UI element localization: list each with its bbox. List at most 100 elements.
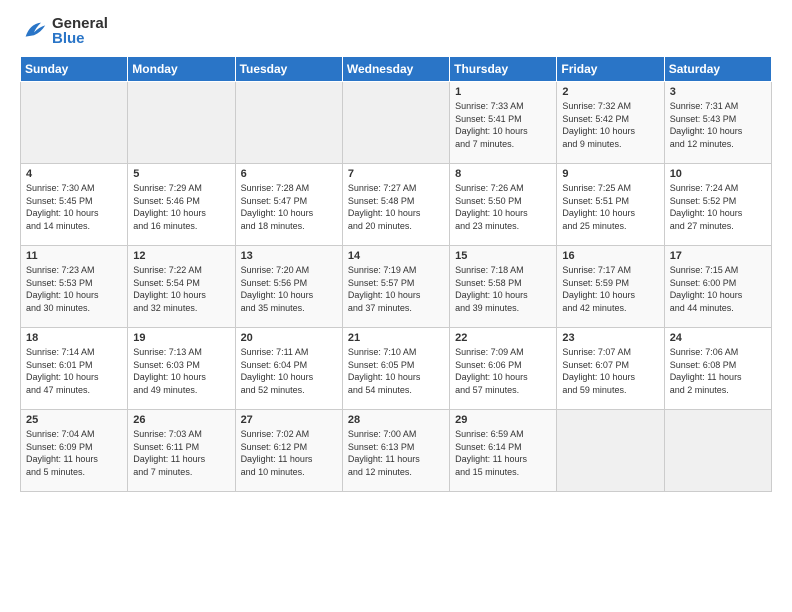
day-number: 29 xyxy=(455,414,551,426)
day-info: Sunrise: 7:26 AMSunset: 5:50 PMDaylight:… xyxy=(455,182,551,232)
calendar-cell xyxy=(21,82,128,164)
day-number: 23 xyxy=(562,332,658,344)
day-info: Sunrise: 7:15 AMSunset: 6:00 PMDaylight:… xyxy=(670,264,766,314)
day-number: 12 xyxy=(133,250,229,262)
day-header-tuesday: Tuesday xyxy=(235,57,342,82)
day-info: Sunrise: 7:03 AMSunset: 6:11 PMDaylight:… xyxy=(133,428,229,478)
calendar-cell: 17 Sunrise: 7:15 AMSunset: 6:00 PMDayligh… xyxy=(664,246,771,328)
day-number: 15 xyxy=(455,250,551,262)
calendar-table: SundayMondayTuesdayWednesdayThursdayFrid… xyxy=(20,56,772,492)
calendar-cell: 21Sunrise: 7:10 AMSunset: 6:05 PMDayligh… xyxy=(342,328,449,410)
day-number: 16 xyxy=(562,250,658,262)
day-header-monday: Monday xyxy=(128,57,235,82)
day-info: Sunrise: 7:11 AMSunset: 6:04 PMDaylight:… xyxy=(241,346,337,396)
day-number: 6 xyxy=(241,168,337,180)
calendar-cell xyxy=(128,82,235,164)
day-info: Sunrise: 7:29 AMSunset: 5:46 PMDaylight:… xyxy=(133,182,229,232)
day-number: 26 xyxy=(133,414,229,426)
day-number: 14 xyxy=(348,250,444,262)
logo: General Blue xyxy=(20,16,108,46)
calendar-cell xyxy=(235,82,342,164)
calendar-cell xyxy=(664,410,771,492)
calendar-cell: 6 Sunrise: 7:28 AMSunset: 5:47 PMDaylight… xyxy=(235,164,342,246)
day-info: Sunrise: 7:14 AMSunset: 6:01 PMDaylight:… xyxy=(26,346,122,396)
calendar-cell: 29 Sunrise: 6:59 AMSunset: 6:14 PMDayligh… xyxy=(450,410,557,492)
day-number: 17 xyxy=(670,250,766,262)
day-number: 9 xyxy=(562,168,658,180)
day-number: 11 xyxy=(26,250,122,262)
calendar-week-3: 18 Sunrise: 7:14 AMSunset: 6:01 PMDayligh… xyxy=(21,328,772,410)
day-number: 3 xyxy=(670,86,766,98)
calendar-cell: 26 Sunrise: 7:03 AMSunset: 6:11 PMDayligh… xyxy=(128,410,235,492)
day-info: Sunrise: 7:20 AMSunset: 5:56 PMDaylight:… xyxy=(241,264,337,314)
day-header-friday: Friday xyxy=(557,57,664,82)
day-number: 22 xyxy=(455,332,551,344)
calendar-cell: 8 Sunrise: 7:26 AMSunset: 5:50 PMDaylight… xyxy=(450,164,557,246)
calendar-cell: 20Sunrise: 7:11 AMSunset: 6:04 PMDayligh… xyxy=(235,328,342,410)
calendar-cell: 18 Sunrise: 7:14 AMSunset: 6:01 PMDayligh… xyxy=(21,328,128,410)
calendar-cell: 13 Sunrise: 7:20 AMSunset: 5:56 PMDayligh… xyxy=(235,246,342,328)
calendar-cell: 10 Sunrise: 7:24 AMSunset: 5:52 PMDayligh… xyxy=(664,164,771,246)
day-info: Sunrise: 7:06 AMSunset: 6:08 PMDaylight:… xyxy=(670,346,766,396)
calendar-cell: 22 Sunrise: 7:09 AMSunset: 6:06 PMDayligh… xyxy=(450,328,557,410)
day-number: 21 xyxy=(348,332,444,344)
day-info: Sunrise: 7:00 AMSunset: 6:13 PMDaylight:… xyxy=(348,428,444,478)
day-info: Sunrise: 7:22 AMSunset: 5:54 PMDaylight:… xyxy=(133,264,229,314)
calendar-cell: 28 Sunrise: 7:00 AMSunset: 6:13 PMDayligh… xyxy=(342,410,449,492)
calendar-week-1: 4 Sunrise: 7:30 AMSunset: 5:45 PMDaylight… xyxy=(21,164,772,246)
day-info: Sunrise: 7:24 AMSunset: 5:52 PMDaylight:… xyxy=(670,182,766,232)
day-number: 4 xyxy=(26,168,122,180)
day-info: Sunrise: 7:33 AMSunset: 5:41 PMDaylight:… xyxy=(455,100,551,150)
day-number: 5 xyxy=(133,168,229,180)
day-info: Sunrise: 7:27 AMSunset: 5:48 PMDaylight:… xyxy=(348,182,444,232)
calendar-cell: 24 Sunrise: 7:06 AMSunset: 6:08 PMDayligh… xyxy=(664,328,771,410)
calendar-cell: 4 Sunrise: 7:30 AMSunset: 5:45 PMDaylight… xyxy=(21,164,128,246)
day-header-thursday: Thursday xyxy=(450,57,557,82)
day-info: Sunrise: 6:59 AMSunset: 6:14 PMDaylight:… xyxy=(455,428,551,478)
page: General Blue SundayMondayTuesdayWednesda… xyxy=(0,0,792,502)
day-info: Sunrise: 7:28 AMSunset: 5:47 PMDaylight:… xyxy=(241,182,337,232)
day-info: Sunrise: 7:30 AMSunset: 5:45 PMDaylight:… xyxy=(26,182,122,232)
calendar-cell: 16 Sunrise: 7:17 AMSunset: 5:59 PMDayligh… xyxy=(557,246,664,328)
day-info: Sunrise: 7:31 AMSunset: 5:43 PMDaylight:… xyxy=(670,100,766,150)
day-info: Sunrise: 7:25 AMSunset: 5:51 PMDaylight:… xyxy=(562,182,658,232)
day-info: Sunrise: 7:17 AMSunset: 5:59 PMDaylight:… xyxy=(562,264,658,314)
day-number: 2 xyxy=(562,86,658,98)
calendar-cell: 9 Sunrise: 7:25 AMSunset: 5:51 PMDaylight… xyxy=(557,164,664,246)
day-info: Sunrise: 7:19 AMSunset: 5:57 PMDaylight:… xyxy=(348,264,444,314)
day-number: 13 xyxy=(241,250,337,262)
day-header-sunday: Sunday xyxy=(21,57,128,82)
calendar-cell: 5 Sunrise: 7:29 AMSunset: 5:46 PMDaylight… xyxy=(128,164,235,246)
day-info: Sunrise: 7:18 AMSunset: 5:58 PMDaylight:… xyxy=(455,264,551,314)
day-number: 25 xyxy=(26,414,122,426)
day-number: 28 xyxy=(348,414,444,426)
calendar-cell: 7 Sunrise: 7:27 AMSunset: 5:48 PMDaylight… xyxy=(342,164,449,246)
day-header-saturday: Saturday xyxy=(664,57,771,82)
calendar-cell: 3 Sunrise: 7:31 AMSunset: 5:43 PMDaylight… xyxy=(664,82,771,164)
calendar-cell: 15 Sunrise: 7:18 AMSunset: 5:58 PMDayligh… xyxy=(450,246,557,328)
day-number: 7 xyxy=(348,168,444,180)
day-info: Sunrise: 7:32 AMSunset: 5:42 PMDaylight:… xyxy=(562,100,658,150)
calendar-cell: 1 Sunrise: 7:33 AMSunset: 5:41 PMDaylight… xyxy=(450,82,557,164)
calendar-cell: 2 Sunrise: 7:32 AMSunset: 5:42 PMDaylight… xyxy=(557,82,664,164)
day-number: 1 xyxy=(455,86,551,98)
day-info: Sunrise: 7:23 AMSunset: 5:53 PMDaylight:… xyxy=(26,264,122,314)
day-number: 18 xyxy=(26,332,122,344)
calendar-cell: 25 Sunrise: 7:04 AMSunset: 6:09 PMDayligh… xyxy=(21,410,128,492)
calendar-cell: 27Sunrise: 7:02 AMSunset: 6:12 PMDayligh… xyxy=(235,410,342,492)
day-info: Sunrise: 7:09 AMSunset: 6:06 PMDaylight:… xyxy=(455,346,551,396)
day-info: Sunrise: 7:07 AMSunset: 6:07 PMDaylight:… xyxy=(562,346,658,396)
day-info: Sunrise: 7:04 AMSunset: 6:09 PMDaylight:… xyxy=(26,428,122,478)
calendar-cell: 23 Sunrise: 7:07 AMSunset: 6:07 PMDayligh… xyxy=(557,328,664,410)
calendar-cell: 11 Sunrise: 7:23 AMSunset: 5:53 PMDayligh… xyxy=(21,246,128,328)
day-number: 24 xyxy=(670,332,766,344)
calendar-week-2: 11 Sunrise: 7:23 AMSunset: 5:53 PMDayligh… xyxy=(21,246,772,328)
calendar-week-4: 25 Sunrise: 7:04 AMSunset: 6:09 PMDayligh… xyxy=(21,410,772,492)
day-number: 8 xyxy=(455,168,551,180)
day-number: 19 xyxy=(133,332,229,344)
day-info: Sunrise: 7:13 AMSunset: 6:03 PMDaylight:… xyxy=(133,346,229,396)
day-number: 10 xyxy=(670,168,766,180)
calendar-cell xyxy=(557,410,664,492)
calendar-cell: 14 Sunrise: 7:19 AMSunset: 5:57 PMDayligh… xyxy=(342,246,449,328)
header-row: SundayMondayTuesdayWednesdayThursdayFrid… xyxy=(21,57,772,82)
